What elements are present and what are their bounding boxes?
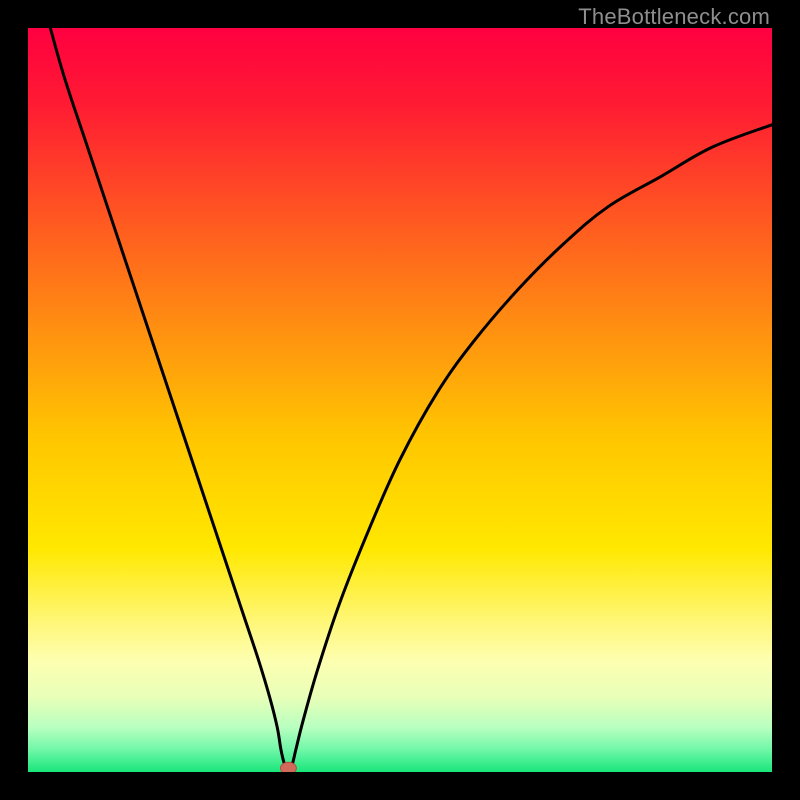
bottleneck-chart bbox=[28, 28, 772, 772]
watermark-text: TheBottleneck.com bbox=[578, 4, 770, 30]
chart-frame bbox=[28, 28, 772, 772]
gradient-background bbox=[28, 28, 772, 772]
optimum-marker bbox=[280, 762, 296, 772]
